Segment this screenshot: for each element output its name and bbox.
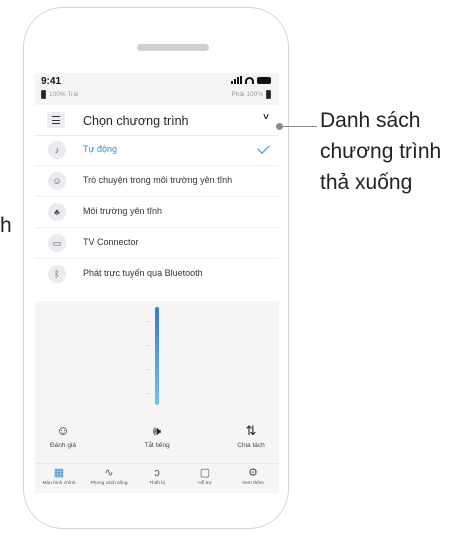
program-option-label: Trò chuyện trong môi trường yên tĩnh — [83, 175, 233, 185]
status-icons — [231, 76, 271, 84]
mute-label: Tắt tiếng — [144, 442, 170, 449]
volume-slider-fill[interactable] — [155, 307, 159, 405]
quick-actions: ☺ Đánh giá 🕪 Tắt tiếng ⇅ Chia tách — [35, 417, 279, 461]
list-icon — [47, 112, 65, 128]
status-bar: 9:41 100% Trái Phải 100% — [35, 73, 279, 105]
rate-button[interactable]: ☺ Đánh giá — [41, 423, 85, 449]
dropdown-header[interactable]: Chọn chương trình ˅ — [35, 105, 279, 136]
slider-tick — [147, 393, 149, 394]
signal-icon — [231, 76, 242, 84]
auto-icon: ♪ — [48, 141, 66, 159]
dropdown-title: Chọn chương trình — [83, 114, 189, 128]
split-icon: ⇅ — [245, 423, 257, 438]
nav-label: Thiết bị — [149, 481, 165, 486]
hearing-aid-icon: ↄ — [154, 467, 160, 479]
cropped-text-fragment: h — [0, 214, 12, 237]
left-battery-icon — [41, 90, 46, 99]
status-time: 9:41 — [41, 76, 62, 87]
bluetooth-icon: ᛒ — [48, 265, 66, 283]
battery-icon — [257, 76, 271, 84]
wifi-icon — [245, 76, 254, 84]
slider-tick — [147, 345, 149, 346]
nav-devices[interactable]: ↄ Thiết bị — [135, 466, 179, 486]
rate-label: Đánh giá — [49, 442, 77, 449]
right-battery-icon — [266, 90, 271, 99]
home-grid-icon: ▦ — [53, 467, 65, 479]
left-ear-battery: 100% Trái — [41, 90, 78, 99]
program-option-tv[interactable]: ▭ TV Connector — [35, 228, 279, 259]
activity-icon: ∿ — [104, 467, 114, 479]
right-ear-battery: Phải 100% — [232, 90, 271, 99]
volume-slider[interactable] — [35, 301, 279, 417]
program-option-label: Môi trường yên tĩnh — [83, 206, 162, 216]
program-dropdown: Chọn chương trình ˅ ♪ Tự động ☺ Trò chuy… — [35, 105, 279, 301]
program-option-auto[interactable]: ♪ Tự động — [35, 135, 279, 166]
split-button[interactable]: ⇅ Chia tách — [229, 423, 273, 449]
slider-tick — [147, 321, 149, 322]
nav-home[interactable]: ▦ Màn hình chính — [37, 466, 81, 486]
nav-label: Xem thêm — [242, 481, 264, 486]
chat-icon: ▢ — [199, 467, 211, 479]
gear-icon: ⚙ — [248, 467, 258, 479]
split-label: Chia tách — [237, 442, 265, 449]
slider-tick — [147, 369, 149, 370]
mute-button[interactable]: 🕪 Tắt tiếng — [135, 423, 179, 449]
program-option-conversation[interactable]: ☺ Trò chuyện trong môi trường yên tĩnh — [35, 166, 279, 197]
phone-speaker-notch — [137, 44, 209, 51]
callout-label: Danh sách chương trình thả xuống — [320, 109, 442, 194]
tv-icon: ▭ — [48, 234, 66, 252]
conversation-icon: ☺ — [48, 172, 66, 190]
callout-line — [279, 126, 317, 127]
left-ear-battery-label: 100% Trái — [49, 91, 79, 98]
nav-lifestyle[interactable]: ∿ Phong cách sống — [87, 466, 131, 486]
nav-label: Hỗ trợ — [198, 481, 212, 486]
program-option-label: Tự động — [83, 144, 118, 154]
app-screen: 9:41 100% Trái Phải 100% Chọn chương trì… — [35, 73, 279, 493]
bottom-navigation: ▦ Màn hình chính ∿ Phong cách sống ↄ Thi… — [35, 463, 279, 493]
speaker-icon: 🕪 — [152, 423, 162, 438]
right-ear-battery-label: Phải 100% — [231, 91, 263, 98]
nav-label: Màn hình chính — [42, 481, 76, 486]
program-option-label: TV Connector — [83, 237, 139, 247]
program-option-label: Phát trực tuyến qua Bluetooth — [83, 268, 203, 278]
program-option-bluetooth[interactable]: ᛒ Phát trực tuyến qua Bluetooth — [35, 259, 279, 290]
nav-label: Phong cách sống — [90, 481, 128, 486]
nav-more[interactable]: ⚙ Xem thêm — [231, 466, 275, 486]
smiley-icon: ☺ — [56, 423, 70, 438]
check-icon — [257, 141, 270, 154]
nav-support[interactable]: ▢ Hỗ trợ — [183, 466, 227, 486]
chevron-down-icon[interactable]: ˅ — [263, 112, 269, 123]
program-option-quiet[interactable]: ♣ Môi trường yên tĩnh — [35, 197, 279, 228]
quiet-icon: ♣ — [48, 203, 66, 221]
